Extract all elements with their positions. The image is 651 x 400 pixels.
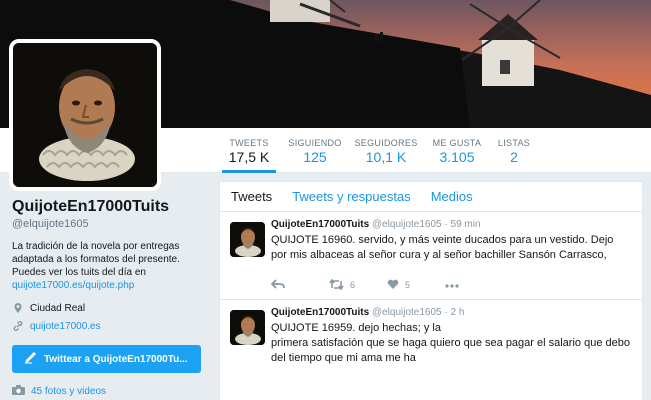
tweet-text: QUIJOTE 16960. servido, y más veinte duc…	[271, 234, 614, 261]
tweet-author-name[interactable]: QuijoteEn17000Tuits	[271, 219, 369, 230]
tweet-author-handle[interactable]: @elquijote1605	[372, 307, 442, 318]
like-count: 5	[405, 280, 411, 290]
profile-card: QuijoteEn17000Tuits @elquijote1605 La tr…	[12, 198, 208, 373]
stat-following[interactable]: SIGUIENDO 125	[288, 128, 342, 173]
timeline: Tweets Tweets y respuestas Medios Quijot…	[219, 181, 643, 400]
tweet-header: QuijoteEn17000Tuits @elquijote1605 · 59 …	[271, 219, 632, 230]
reply-icon	[270, 278, 285, 292]
profile-bio-text: La tradición de la novela por entregas a…	[12, 241, 180, 278]
more-button[interactable]	[445, 280, 503, 290]
tweet-text-line: del tiempo que mi ama me ha	[271, 352, 416, 364]
retweet-button[interactable]: 6	[329, 278, 387, 292]
tweet-item[interactable]: QuijoteEn17000Tuits @elquijote1605 · 2 h…	[220, 300, 642, 366]
tab-tweets[interactable]: Tweets	[231, 189, 272, 204]
heart-icon	[387, 279, 399, 292]
profile-location: Ciudad Real	[12, 302, 208, 314]
tweet-item[interactable]: QuijoteEn17000Tuits @elquijote1605 · 59 …	[220, 212, 642, 300]
stat-label: SIGUIENDO	[288, 138, 342, 148]
tab-media[interactable]: Medios	[431, 189, 473, 204]
tweet-to-label: Twittear a QuijoteEn17000Tu...	[44, 353, 188, 365]
tweet-author-name[interactable]: QuijoteEn17000Tuits	[271, 307, 369, 318]
profile-name[interactable]: QuijoteEn17000Tuits	[12, 198, 208, 216]
tweet-avatar[interactable]	[230, 222, 265, 257]
photos-videos-link[interactable]: 45 fotos y videos	[12, 385, 106, 398]
tweet-header: QuijoteEn17000Tuits @elquijote1605 · 2 h	[271, 307, 632, 318]
tweet-text-line: primera satisfación que se haga quiero q…	[271, 337, 630, 349]
tweet-author-handle[interactable]: @elquijote1605	[372, 219, 442, 230]
like-button[interactable]: 5	[387, 279, 445, 292]
tweet-separator: ·	[444, 307, 448, 318]
profile-website: quijote17000.es	[12, 320, 208, 332]
reply-button[interactable]	[270, 278, 329, 292]
camera-icon	[12, 385, 25, 398]
tab-tweets-replies[interactable]: Tweets y respuestas	[292, 189, 411, 204]
photos-videos-label: 45 fotos y videos	[31, 386, 107, 397]
tweet-timestamp[interactable]: 2 h	[451, 307, 465, 318]
compose-icon	[24, 351, 38, 367]
stat-value: 2	[510, 149, 518, 165]
tweet-separator: ·	[444, 219, 448, 230]
portrait-image	[13, 43, 157, 187]
stat-value: 17,5 K	[228, 149, 270, 165]
stat-tweets[interactable]: TWEETS 17,5 K	[222, 128, 276, 173]
tweet-actions: 6 5	[270, 271, 632, 299]
profile-bio: La tradición de la novela por entregas a…	[12, 240, 208, 292]
profile-handle[interactable]: @elquijote1605	[12, 218, 208, 230]
stat-value: 10,1 K	[365, 149, 407, 165]
link-icon	[12, 320, 24, 332]
tweet-to-button[interactable]: Twittear a QuijoteEn17000Tu...	[12, 345, 201, 373]
stat-likes[interactable]: ME GUSTA 3.105	[430, 128, 484, 173]
retweet-count: 6	[350, 280, 356, 290]
stat-value: 125	[303, 149, 327, 165]
retweet-icon	[329, 278, 344, 292]
tweet-text-line: QUIJOTE 16959. dejo hechas; y la	[271, 322, 441, 334]
stat-lists[interactable]: LISTAS 2	[494, 128, 534, 173]
stat-label: ME GUSTA	[432, 138, 482, 148]
stat-label: SEGUIDORES	[354, 138, 418, 148]
tweet-timestamp[interactable]: 59 min	[451, 219, 481, 230]
stat-value: 3.105	[439, 149, 475, 165]
profile-website-link[interactable]: quijote17000.es	[30, 321, 101, 332]
profile-avatar[interactable]	[9, 39, 161, 191]
tweet-avatar[interactable]	[230, 310, 265, 345]
profile-bio-link[interactable]: quijote17000.es/quijote.php	[12, 280, 134, 291]
tweet-text: QUIJOTE 16959. dejo hechas; y la primera…	[271, 321, 632, 366]
timeline-tabs: Tweets Tweets y respuestas Medios	[220, 182, 642, 212]
stat-label: LISTAS	[497, 138, 531, 148]
location-pin-icon	[12, 302, 24, 314]
profile-location-text: Ciudad Real	[30, 302, 86, 314]
stat-label: TWEETS	[229, 138, 269, 148]
stat-followers[interactable]: SEGUIDORES 10,1 K	[354, 128, 418, 173]
more-dots-icon	[445, 280, 459, 290]
